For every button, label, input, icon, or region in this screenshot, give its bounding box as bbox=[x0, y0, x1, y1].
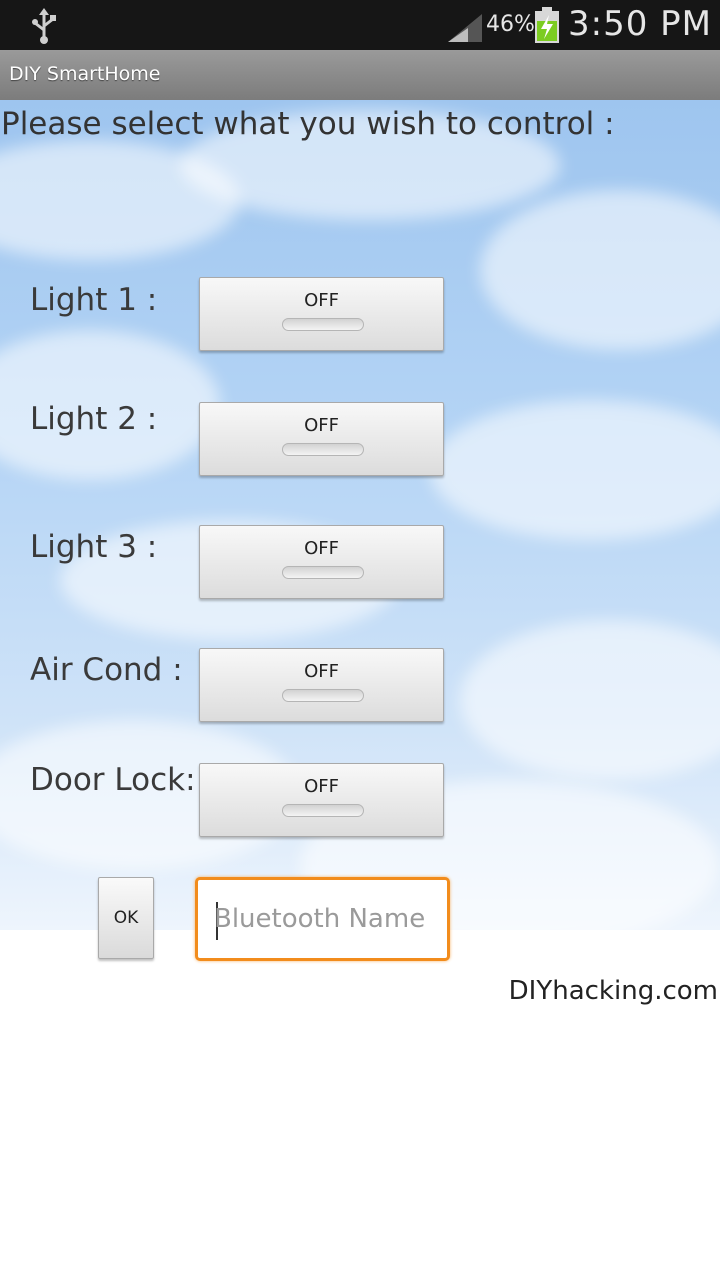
light-1-toggle[interactable]: OFF bbox=[199, 277, 444, 351]
toggle-state: OFF bbox=[304, 415, 339, 436]
status-bar: 46% 3:50 PM bbox=[0, 0, 720, 50]
site-credit: DIYhacking.com bbox=[508, 976, 718, 1006]
toggle-state: OFF bbox=[304, 661, 339, 682]
prompt-text: Please select what you wish to control : bbox=[1, 106, 615, 142]
light-3-label: Light 3 : bbox=[30, 529, 158, 565]
light-2-toggle[interactable]: OFF bbox=[199, 402, 444, 476]
battery-charging-icon bbox=[534, 7, 560, 47]
clock: 3:50 PM bbox=[568, 4, 712, 44]
ok-button[interactable]: OK bbox=[98, 877, 154, 959]
light-2-label: Light 2 : bbox=[30, 401, 158, 437]
light-3-toggle[interactable]: OFF bbox=[199, 525, 444, 599]
signal-icon bbox=[448, 14, 482, 46]
door-lock-label: Door Lock: bbox=[30, 762, 196, 798]
toggle-state: OFF bbox=[304, 290, 339, 311]
toggle-state: OFF bbox=[304, 538, 339, 559]
toggle-state: OFF bbox=[304, 776, 339, 797]
title-bar: DIY SmartHome bbox=[0, 50, 720, 101]
door-lock-toggle[interactable]: OFF bbox=[199, 763, 444, 837]
usb-icon bbox=[30, 8, 58, 48]
bluetooth-name-field[interactable] bbox=[195, 877, 450, 961]
toggle-indicator bbox=[282, 566, 364, 579]
toggle-indicator bbox=[282, 804, 364, 817]
air-cond-toggle[interactable]: OFF bbox=[199, 648, 444, 722]
bluetooth-name-input[interactable] bbox=[214, 896, 434, 942]
toggle-indicator bbox=[282, 318, 364, 331]
app-title: DIY SmartHome bbox=[9, 63, 161, 85]
air-cond-label: Air Cond : bbox=[30, 652, 183, 688]
light-1-label: Light 1 : bbox=[30, 282, 158, 318]
battery-percent: 46% bbox=[486, 12, 535, 37]
toggle-indicator bbox=[282, 689, 364, 702]
toggle-indicator bbox=[282, 443, 364, 456]
